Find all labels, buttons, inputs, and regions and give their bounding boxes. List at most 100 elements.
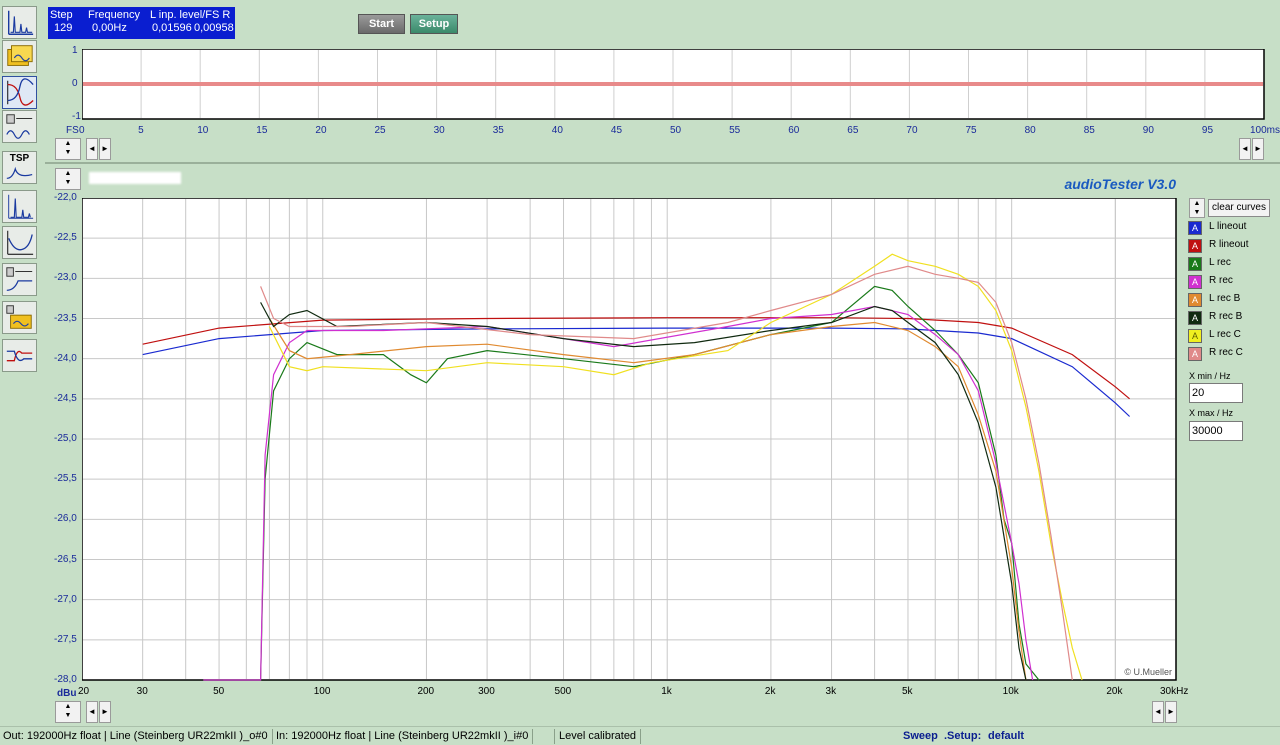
scope-x-tick-label: 70 [906,125,918,136]
status-separator [532,729,533,744]
distortion-curve-icon [7,230,34,255]
y-tick-label: -27,5 [54,633,77,645]
scope-zoom-right-button[interactable]: ► [1252,138,1264,160]
start-button[interactable]: Start [358,14,405,34]
scope-scroll-left-button[interactable]: ◄ [86,138,98,160]
x-zoom-left-button[interactable]: ◄ [1152,701,1164,723]
input-device-status: In: 192000Hz float | Line (Steinberg UR2… [276,730,529,742]
xmin-input[interactable]: 20 [1189,383,1243,403]
legend-label: R rec C [1209,347,1243,358]
x-zoom-right-button[interactable]: ► [1165,701,1177,723]
legend-label: L rec B [1209,293,1241,304]
folder-icon [7,45,33,66]
speaker-tool-button[interactable] [2,263,37,296]
level-right-value: 0,00958 [194,22,234,34]
legend-swatch[interactable]: A [1188,347,1202,361]
legend-swatch[interactable]: A [1188,221,1202,235]
x-tick-label: 20k [1106,686,1123,697]
legend-label: L rec [1209,257,1231,268]
tsp-tool-button[interactable]: TSP [2,151,37,184]
x-tick-label: 10k [1002,686,1019,697]
scope-x-tick-label: 25 [374,125,386,136]
legend-swatch[interactable]: A [1188,293,1202,307]
scope-x-tick-label: 5 [138,125,144,136]
legend-swatch[interactable]: A [1188,239,1202,253]
setup-button[interactable]: Setup [410,14,458,34]
copyright-label: © U.Mueller [1124,667,1172,677]
measurement-status-box: Step 129 Frequency 0,00Hz L inp. level/F… [48,7,235,39]
xmax-label: X max / Hz [1189,408,1234,418]
frequency-value: 0,00Hz [92,22,127,34]
level-label: L inp. level/FS R [150,9,231,21]
y-tick-label: -22,5 [54,232,77,244]
status-bar: Out: 192000Hz float | Line (Steinberg UR… [0,726,1280,745]
x-tick-label: 100 [313,686,331,697]
x-tick-label: 50 [213,686,225,697]
scope-zoom-left-button[interactable]: ◄ [1239,138,1251,160]
scope-x-tick-label: 20 [315,125,327,136]
x-tick-label: 300 [478,686,495,697]
app-title: audioTester V3.0 [1064,176,1176,192]
scope-x-tick-label: 55 [729,125,741,136]
y-tick-label: -27,0 [54,593,77,605]
x-tick-label: 2k [764,686,776,697]
redacted-label [89,172,181,184]
sweep-tool-button[interactable] [2,110,37,143]
scope-x-tick-label: 10 [197,125,209,136]
scope-y-scale-spinner[interactable]: ▲ ▼ [55,138,81,160]
x-tick-label: 30kHz [1160,686,1189,697]
speaker-folder-icon [6,305,32,329]
distortion-tool-button[interactable] [2,226,37,259]
x-tick-label: 500 [554,686,572,697]
xmax-input[interactable]: 30000 [1189,421,1243,441]
scope-x-tick-label: 35 [492,125,504,136]
clear-curves-button[interactable]: clear curves [1208,199,1270,217]
legend-swatch[interactable]: A [1188,311,1202,325]
legend-label: R rec B [1209,311,1243,322]
scope-x-tick-label: 40 [551,125,563,136]
legend-swatch[interactable]: A [1188,275,1202,289]
legend-label: R lineout [1209,239,1249,250]
curve-select-spinner[interactable]: ▲ ▼ [1189,198,1205,218]
spectrum-icon [7,10,34,35]
scope-x-tick-label: 80 [1024,125,1036,136]
filter-tool-button[interactable] [2,339,37,372]
x-scroll-left-button[interactable]: ◄ [86,701,98,723]
speaker-memory-tool-button[interactable] [2,301,37,334]
scope-y-tick-label: -1 [72,111,81,122]
scope-x-tick-label: 0 [79,125,85,136]
scope-x-tick-label: 15 [256,125,268,136]
scope-chart [82,49,1265,120]
scope-x-tick-label: 30 [433,125,445,136]
fft-tool-button[interactable] [2,190,37,223]
y-tick-label: -26,0 [54,513,77,525]
legend-swatch[interactable]: A [1188,257,1202,271]
status-separator [640,729,641,744]
y-tick-label: -24,0 [54,352,77,364]
speaker-icon [6,267,33,291]
legend-swatch[interactable]: A [1188,329,1202,343]
panel-divider [45,162,1280,164]
y-tick-label: -23,5 [54,312,77,324]
step-value: 129 [54,22,73,34]
scope-x-tick-label: 75 [965,125,977,136]
bottom-y-spinner[interactable]: ▲ ▼ [55,701,81,723]
legend-label: R rec [1209,275,1233,286]
x-tick-label: 30 [136,686,148,697]
frequency-response-icon [7,78,34,106]
fft-icon [8,194,34,219]
scope-y-tick-label: 1 [72,45,78,56]
xmin-label: X min / Hz [1189,371,1231,381]
scope-x-tick-label: 50 [670,125,682,136]
scope-x-tick-label: 60 [788,125,800,136]
scope-x-tick-label: 85 [1083,125,1095,136]
memory-tool-button[interactable] [2,40,37,73]
sweep-mode-label: Sweep [903,730,938,742]
y-tick-label: -26,5 [54,553,77,565]
scope-scroll-right-button[interactable]: ► [99,138,111,160]
scope-x-tick-label: 45 [610,125,623,136]
frequency-response-tool-button[interactable] [2,76,37,109]
main-y-scale-spinner[interactable]: ▲ ▼ [55,168,81,190]
spectrum-tool-button[interactable] [2,6,37,39]
x-scroll-right-button[interactable]: ► [99,701,111,723]
